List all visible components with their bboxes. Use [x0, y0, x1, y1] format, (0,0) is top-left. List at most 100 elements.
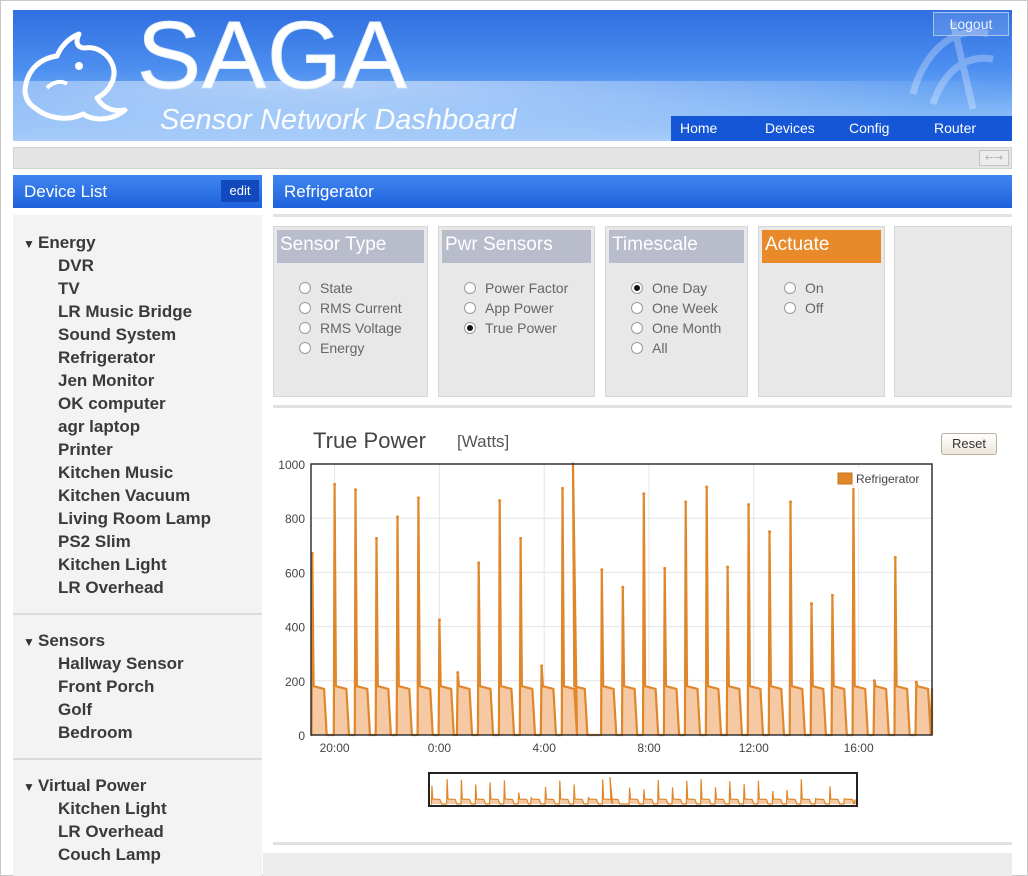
divider [273, 842, 1012, 845]
radio-button[interactable] [299, 282, 311, 294]
data-point [354, 488, 358, 492]
radio-button[interactable] [631, 302, 643, 314]
device-item[interactable]: TV [58, 279, 80, 299]
device-list-header: Device List edit [13, 175, 262, 208]
data-point [375, 537, 379, 541]
collapse-triangle-icon[interactable]: ▼ [23, 635, 38, 649]
device-item[interactable]: LR Overhead [58, 822, 164, 842]
panel-actuate: Actuate On Off [758, 226, 885, 397]
device-item[interactable]: Golf [58, 700, 92, 720]
edit-button[interactable]: edit [221, 180, 259, 202]
radio-option[interactable]: On [784, 280, 824, 296]
data-point [705, 485, 709, 489]
radio-label: Power Factor [485, 280, 569, 296]
sub-toolbar: ←→ [13, 147, 1012, 169]
device-item[interactable]: Kitchen Music [58, 463, 173, 483]
y-tick-label: 600 [285, 566, 305, 580]
radio-option[interactable]: RMS Voltage [299, 320, 402, 336]
device-item[interactable]: Kitchen Light [58, 799, 167, 819]
device-item[interactable]: agr laptop [58, 417, 140, 437]
data-point [561, 486, 565, 490]
radio-button[interactable] [299, 322, 311, 334]
radio-button[interactable] [299, 302, 311, 314]
legend-label: Refrigerator [856, 472, 919, 486]
group-title[interactable]: ▼ Virtual Power [23, 776, 146, 796]
radio-button[interactable] [464, 302, 476, 314]
device-item[interactable]: Jen Monitor [58, 371, 154, 391]
radio-label: All [652, 340, 668, 356]
data-point [768, 530, 772, 534]
radio-button[interactable] [464, 282, 476, 294]
data-point [663, 566, 667, 570]
radio-option[interactable]: Power Factor [464, 280, 568, 296]
logout-button[interactable]: Logout [933, 12, 1009, 36]
radio-button[interactable] [631, 342, 643, 354]
data-point [540, 664, 544, 668]
nav-home[interactable]: Home [671, 116, 765, 141]
empty-panel [894, 226, 1012, 397]
top-nav: Home Devices Config Router [671, 116, 1012, 141]
device-item[interactable]: LR Music Bridge [58, 302, 192, 322]
power-chart[interactable]: 0 200 400 600 800 1000 20:00 0:00 4:00 8:00 12:00 1… [273, 455, 1012, 815]
expand-arrows-icon[interactable]: ←→ [979, 150, 1009, 166]
radio-button[interactable] [631, 322, 643, 334]
rhino-logo-icon [22, 31, 128, 122]
collapse-triangle-icon[interactable]: ▼ [23, 237, 38, 251]
data-point [416, 496, 420, 500]
device-item[interactable]: Couch Lamp [58, 845, 161, 865]
data-point [747, 503, 751, 507]
device-item[interactable]: LR Overhead [58, 578, 164, 598]
radio-option[interactable]: RMS Current [299, 300, 402, 316]
radio-option[interactable]: Energy [299, 340, 364, 356]
device-item[interactable]: Front Porch [58, 677, 154, 697]
radio-option[interactable]: True Power [464, 320, 557, 336]
nav-config[interactable]: Config [849, 116, 934, 141]
radio-option[interactable]: One Week [631, 300, 718, 316]
device-item[interactable]: Living Room Lamp [58, 509, 211, 529]
radio-button[interactable] [299, 342, 311, 354]
legend-swatch [837, 472, 853, 485]
radio-button[interactable] [784, 302, 796, 314]
reset-zoom-button[interactable]: Reset [941, 433, 997, 455]
data-point [789, 500, 793, 504]
group-title[interactable]: ▼ Energy [23, 233, 96, 253]
radio-option[interactable]: One Month [631, 320, 721, 336]
radio-option[interactable]: All [631, 340, 668, 356]
nav-devices[interactable]: Devices [765, 116, 849, 141]
device-title: Refrigerator [284, 182, 374, 201]
radio-button[interactable] [464, 322, 476, 334]
collapse-triangle-icon[interactable]: ▼ [23, 780, 38, 794]
radio-button[interactable] [784, 282, 796, 294]
device-item[interactable]: Hallway Sensor [58, 654, 184, 674]
nav-router[interactable]: Router [934, 116, 1012, 141]
radio-button[interactable] [631, 282, 643, 294]
device-item[interactable]: DVR [58, 256, 94, 276]
chart-title: True Power [313, 428, 426, 453]
device-item[interactable]: Printer [58, 440, 113, 460]
device-item[interactable]: Sound System [58, 325, 176, 345]
panel-pwr-sensors: Pwr Sensors Power Factor App Power True Pow… [438, 226, 595, 397]
device-item[interactable]: OK computer [58, 394, 166, 414]
data-point [477, 561, 481, 565]
device-item[interactable]: Refrigerator [58, 348, 155, 368]
data-point [684, 500, 688, 504]
footer-strip [263, 853, 1012, 876]
radio-option[interactable]: One Day [631, 280, 707, 296]
x-tick-label: 8:00 [637, 741, 661, 755]
data-point [333, 482, 337, 486]
y-tick-label: 400 [285, 621, 305, 635]
device-item[interactable]: Kitchen Vacuum [58, 486, 190, 506]
radio-option[interactable]: Off [784, 300, 823, 316]
group-title[interactable]: ▼ Sensors [23, 631, 105, 651]
radio-option[interactable]: State [299, 280, 353, 296]
device-item[interactable]: PS2 Slim [58, 532, 131, 552]
data-point [456, 671, 460, 675]
device-item[interactable]: Bedroom [58, 723, 133, 743]
data-point [872, 679, 876, 683]
device-item[interactable]: Kitchen Light [58, 555, 167, 575]
radio-label: One Week [652, 300, 718, 316]
radio-option[interactable]: App Power [464, 300, 553, 316]
device-header: Refrigerator [273, 175, 1012, 208]
app-title: SAGA [137, 10, 408, 109]
radio-label: RMS Current [320, 300, 402, 316]
